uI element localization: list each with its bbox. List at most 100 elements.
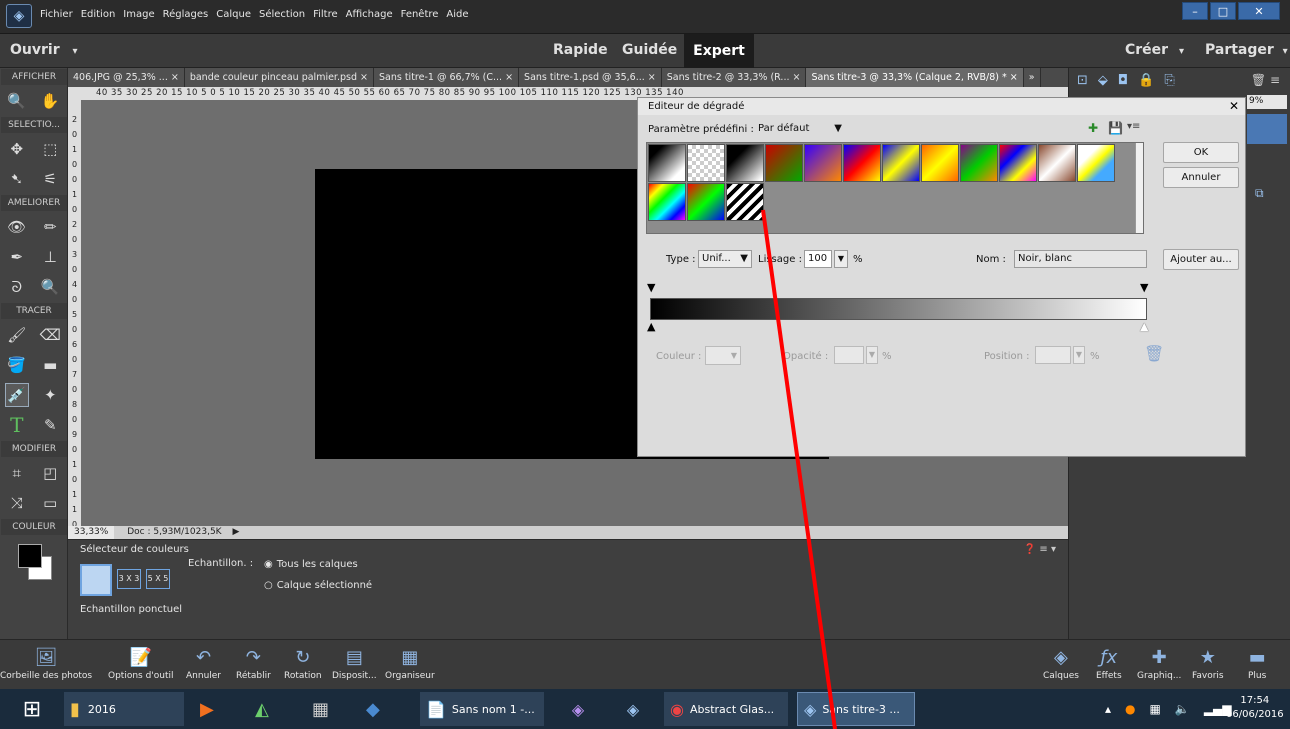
menu-fichier[interactable]: Fichier: [40, 9, 73, 20]
preset-swatch-copper[interactable]: [1038, 144, 1076, 182]
blur-tool-icon[interactable]: ᘐ: [5, 275, 29, 299]
gradient-preview-bar[interactable]: [650, 298, 1147, 320]
tab-bande-couleur[interactable]: bande couleur pinceau palmier.psd ×: [184, 68, 374, 87]
smoothness-field[interactable]: 100: [804, 250, 832, 268]
tab-sans-titre-1[interactable]: Sans titre-1 @ 66,7% (C... ×: [373, 68, 520, 87]
open-button[interactable]: Ouvrir ▾: [10, 42, 78, 58]
start-button-icon[interactable]: ⊞: [10, 692, 54, 726]
mode-guidee[interactable]: Guidée: [622, 42, 677, 58]
menu-affichage[interactable]: Affichage: [346, 9, 393, 20]
color-stop-left-icon[interactable]: ▲: [647, 320, 655, 333]
preset-swatch-chrome[interactable]: [1077, 144, 1115, 182]
brush-tool-icon[interactable]: 🖌: [5, 323, 29, 347]
drive-icon[interactable]: ◭: [255, 692, 269, 726]
preset-swatch-fg-transparent[interactable]: [687, 144, 725, 182]
lock-icon[interactable]: 🔒: [1138, 73, 1154, 88]
opacity-field[interactable]: [834, 346, 864, 364]
menu-calque[interactable]: Calque: [216, 9, 251, 20]
red-eye-tool-icon[interactable]: 👁: [5, 215, 29, 239]
straighten-tool-icon[interactable]: ▭: [38, 491, 62, 515]
healing-brush-icon[interactable]: ✏: [38, 215, 62, 239]
mask-icon[interactable]: ◘: [1118, 73, 1128, 88]
smart-brush-icon[interactable]: ✒: [5, 245, 29, 269]
magic-wand-tool-icon[interactable]: ⚟: [38, 167, 62, 191]
tab-sans-titre-2[interactable]: Sans titre-2 @ 33,3% (R... ×: [661, 68, 807, 87]
redo-button[interactable]: ↷ Rétablir: [236, 645, 271, 681]
layer-new-icon[interactable]: ⊡: [1077, 73, 1088, 88]
trash-icon[interactable]: 🗑 ≡: [1251, 73, 1280, 87]
text-tool-icon[interactable]: T: [5, 413, 29, 437]
organizer-button[interactable]: ▦ Organiseur: [385, 645, 435, 681]
save-preset-icon[interactable]: 💾: [1108, 121, 1123, 135]
menu-reglages[interactable]: Réglages: [163, 9, 209, 20]
radio-checked-icon[interactable]: ◉: [264, 559, 273, 570]
undo-button[interactable]: ↶ Annuler: [186, 645, 221, 681]
lasso-tool-icon[interactable]: ➷: [5, 167, 29, 191]
layout-button[interactable]: ▤ Disposit...: [332, 645, 377, 681]
maximize-button[interactable]: □: [1210, 2, 1236, 20]
radio-unchecked-icon[interactable]: ○: [264, 580, 273, 591]
graphics-button[interactable]: ✚ Graphiq...: [1137, 645, 1181, 681]
gradient-tool-icon[interactable]: ▬: [38, 353, 62, 377]
rotate-button[interactable]: ↻ Rotation: [284, 645, 322, 681]
panel-zoom-field[interactable]: 9%: [1247, 95, 1287, 109]
ok-button[interactable]: OK: [1163, 142, 1239, 163]
marquee-tool-icon[interactable]: ⬚: [38, 137, 62, 161]
share-button[interactable]: Partager ▾: [1205, 42, 1288, 58]
eraser-tool-icon[interactable]: ⌫: [38, 323, 62, 347]
taskbar-chrome[interactable]: ◉ Abstract Glas...: [664, 692, 788, 726]
add-to-presets-button[interactable]: Ajouter au...: [1163, 249, 1239, 270]
tray-network-icon[interactable]: ▦: [1150, 702, 1161, 716]
preset-swatch-transparent-rainbow[interactable]: [687, 183, 725, 221]
tool-options-button[interactable]: 📝 Options d'outil: [108, 645, 174, 681]
sample-5x5-button[interactable]: 5 X 5: [146, 569, 170, 589]
preset-swatch-violet-green-orange[interactable]: [960, 144, 998, 182]
preset-swatch-black-white[interactable]: [726, 144, 764, 182]
clock[interactable]: 17:54 06/06/2016: [1226, 694, 1284, 722]
preset-swatch-spectrum[interactable]: [648, 183, 686, 221]
preset-select[interactable]: Par défaut ▼: [752, 120, 846, 138]
add-preset-icon[interactable]: ✚: [1088, 121, 1098, 135]
foreground-color-swatch[interactable]: [18, 544, 42, 568]
layer-link-icon[interactable]: ⧉: [1255, 186, 1264, 201]
menu-fenetre[interactable]: Fenêtre: [401, 9, 439, 20]
volume-icon[interactable]: 🔈: [1175, 702, 1190, 716]
dialog-close-button[interactable]: ✕: [1225, 100, 1243, 113]
menu-image[interactable]: Image: [123, 9, 154, 20]
create-button[interactable]: Créer ▾: [1125, 42, 1184, 58]
opacity-stop-right-icon[interactable]: ▼: [1140, 281, 1148, 294]
premiere-icon[interactable]: ◈: [555, 692, 601, 726]
preset-swatch-orange-yellow[interactable]: [921, 144, 959, 182]
menu-aide[interactable]: Aide: [446, 9, 468, 20]
opacity-stop-left-icon[interactable]: ▼: [647, 281, 655, 294]
minimize-button[interactable]: –: [1182, 2, 1208, 20]
photo-bin-button[interactable]: 🖼 Corbeille des photos: [0, 645, 92, 681]
move-tool-icon[interactable]: ✥: [5, 137, 29, 161]
color-stop-right-icon[interactable]: ▲: [1140, 320, 1148, 333]
opacity-dropdown-icon[interactable]: ▼: [866, 346, 878, 364]
close-window-button[interactable]: ✕: [1238, 2, 1280, 20]
preset-scrollbar[interactable]: [1135, 143, 1143, 233]
color-swatches[interactable]: [0, 536, 67, 584]
more-button[interactable]: ▬ Plus: [1248, 645, 1266, 681]
taskbar-folder[interactable]: ▮ 2016: [64, 692, 184, 726]
tray-app-icon[interactable]: ●: [1125, 702, 1135, 716]
smoothness-dropdown-icon[interactable]: ▼: [834, 250, 848, 268]
pencil-tool-icon[interactable]: ✎: [38, 413, 62, 437]
position-field[interactable]: [1035, 346, 1071, 364]
menu-filtre[interactable]: Filtre: [313, 9, 338, 20]
preset-menu-icon[interactable]: ▾≡: [1127, 121, 1140, 132]
sample-point-button[interactable]: [80, 564, 112, 596]
calculator-icon[interactable]: ▦: [312, 692, 329, 726]
layer-thumb-selected[interactable]: [1247, 114, 1287, 144]
sample-3x3-button[interactable]: 3 X 3: [117, 569, 141, 589]
tab-406[interactable]: 406.JPG @ 25,3% ... ×: [68, 68, 185, 87]
eyedropper-tool-icon[interactable]: 💉: [4, 383, 29, 407]
effects-button[interactable]: ƒx Effets: [1096, 645, 1122, 681]
status-arrow-icon[interactable]: ▶: [232, 527, 239, 537]
sponge-tool-icon[interactable]: 🔍: [38, 275, 62, 299]
mode-rapide[interactable]: Rapide: [553, 42, 608, 58]
preset-swatch-stripes[interactable]: [726, 183, 764, 221]
all-layers-option[interactable]: ◉ Tous les calques: [264, 559, 358, 570]
tab-sans-titre-3[interactable]: Sans titre-3 @ 33,3% (Calque 2, RVB/8) *…: [806, 68, 1024, 87]
